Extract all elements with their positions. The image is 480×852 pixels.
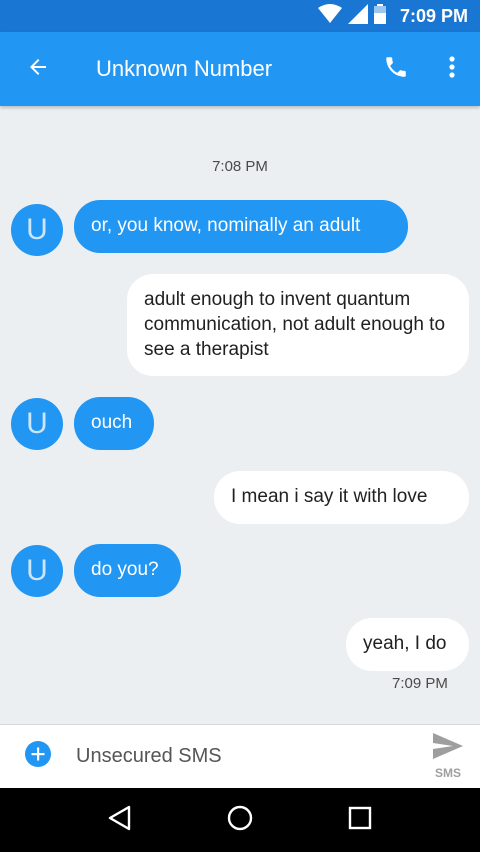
wifi-icon — [317, 3, 342, 29]
battery-icon — [373, 3, 386, 29]
status-icons — [317, 3, 386, 29]
avatar[interactable]: U — [11, 204, 63, 256]
timestamp: 7:09 PM — [392, 675, 448, 692]
back-button[interactable] — [0, 32, 76, 106]
send-icon — [433, 733, 463, 764]
navigation-bar — [0, 788, 480, 852]
avatar[interactable]: U — [11, 545, 63, 597]
nav-back-icon — [107, 805, 133, 836]
back-arrow-icon — [26, 55, 50, 84]
compose-bar: SMS — [0, 724, 480, 788]
messaging-screen: 7:09 PM Unknown Number 7:08 PM U or, you… — [0, 0, 480, 852]
nav-home-icon — [226, 804, 254, 837]
incoming-message[interactable]: or, you know, nominally an adult — [74, 200, 408, 253]
status-bar: 7:09 PM — [0, 0, 480, 32]
incoming-message[interactable]: do you? — [74, 544, 181, 597]
message-input[interactable] — [76, 736, 416, 777]
toolbar: Unknown Number — [0, 32, 480, 106]
send-button[interactable]: SMS — [416, 725, 480, 789]
nav-recents-button[interactable] — [328, 788, 392, 852]
overflow-menu-icon — [448, 55, 456, 84]
outgoing-message[interactable]: yeah, I do — [346, 618, 469, 671]
toolbar-actions — [368, 32, 480, 106]
overflow-menu-button[interactable] — [424, 32, 480, 106]
attach-button[interactable] — [0, 725, 76, 789]
status-time: 7:09 PM — [399, 5, 468, 26]
outgoing-message[interactable]: I mean i say it with love — [214, 471, 469, 524]
incoming-message[interactable]: ouch — [74, 397, 154, 450]
signal-icon — [347, 3, 368, 29]
avatar[interactable]: U — [11, 398, 63, 450]
nav-recents-icon — [348, 806, 372, 835]
call-button[interactable] — [368, 32, 424, 106]
outgoing-message[interactable]: adult enough to invent quantum communica… — [127, 274, 469, 376]
nav-back-button[interactable] — [88, 788, 152, 852]
conversation-title: Unknown Number — [96, 56, 273, 81]
send-label: SMS — [434, 766, 461, 780]
add-attachment-icon — [25, 741, 51, 772]
phone-icon — [383, 54, 409, 85]
timestamp: 7:08 PM — [212, 158, 268, 175]
message-list[interactable]: 7:08 PM U or, you know, nominally an adu… — [0, 106, 480, 724]
nav-home-button[interactable] — [208, 788, 272, 852]
